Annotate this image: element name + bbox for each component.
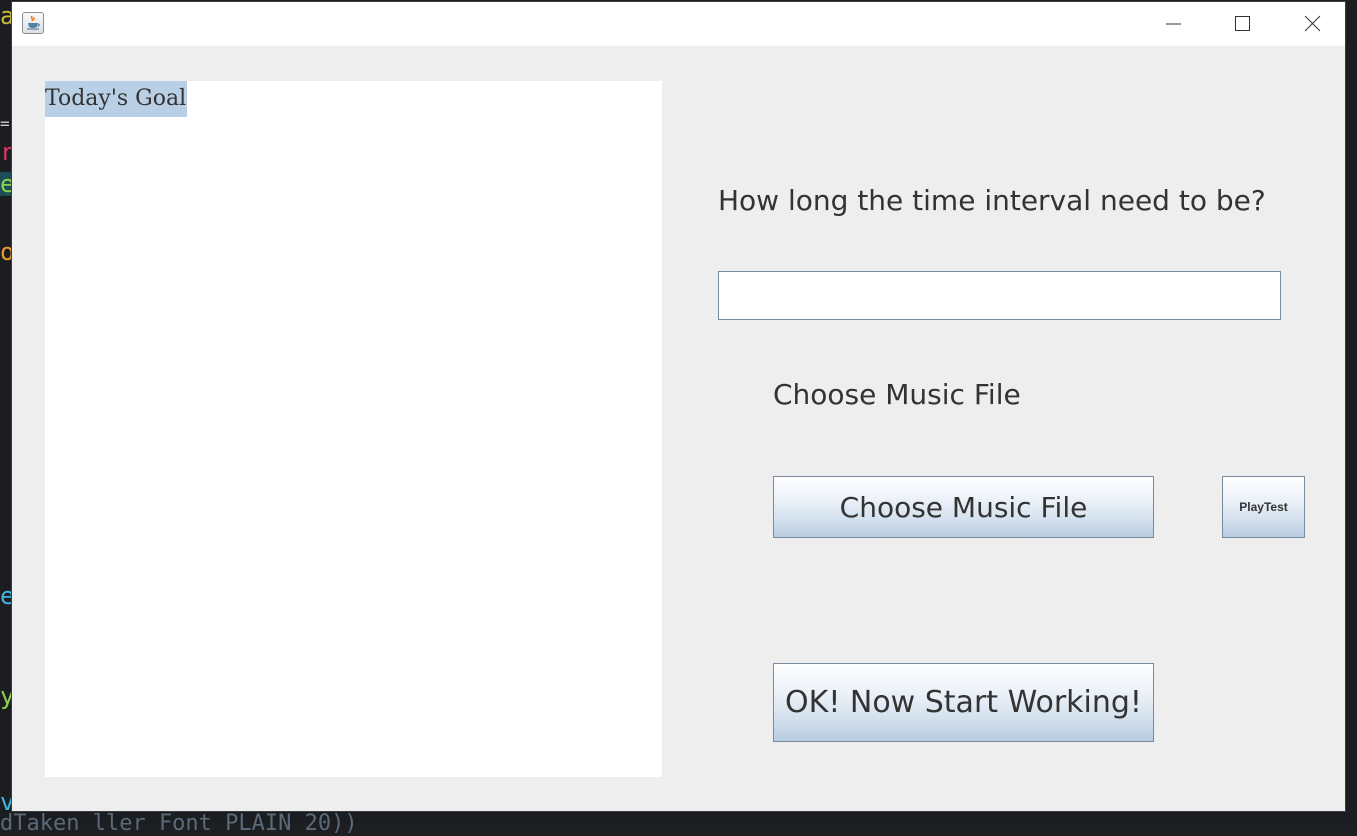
minimize-icon xyxy=(1166,23,1181,25)
music-label: Choose Music File xyxy=(773,378,1021,411)
interval-input[interactable] xyxy=(718,271,1281,320)
goal-text-area[interactable]: Today's Goal xyxy=(45,81,662,777)
app-window: Today's Goal How long the time interval … xyxy=(11,1,1346,812)
minimize-button[interactable] xyxy=(1150,8,1196,40)
content-panel: Today's Goal How long the time interval … xyxy=(12,46,1345,811)
interval-label: How long the time interval need to be? xyxy=(718,184,1266,217)
choose-music-file-button[interactable]: Choose Music File xyxy=(773,476,1154,538)
title-bar[interactable] xyxy=(12,2,1345,46)
start-working-button[interactable]: OK! Now Start Working! xyxy=(773,663,1154,742)
maximize-button[interactable] xyxy=(1218,8,1264,40)
maximize-icon xyxy=(1235,16,1250,31)
java-coffee-cup-icon[interactable] xyxy=(22,12,44,34)
close-button[interactable] xyxy=(1288,8,1334,40)
goal-text: Today's Goal xyxy=(45,81,188,117)
code-fragment: dTaken ller Font PLAIN 20)) xyxy=(0,811,358,836)
close-icon xyxy=(1304,15,1321,32)
playtest-button[interactable]: PlayTest xyxy=(1222,476,1305,538)
code-fragment: = xyxy=(0,114,10,133)
